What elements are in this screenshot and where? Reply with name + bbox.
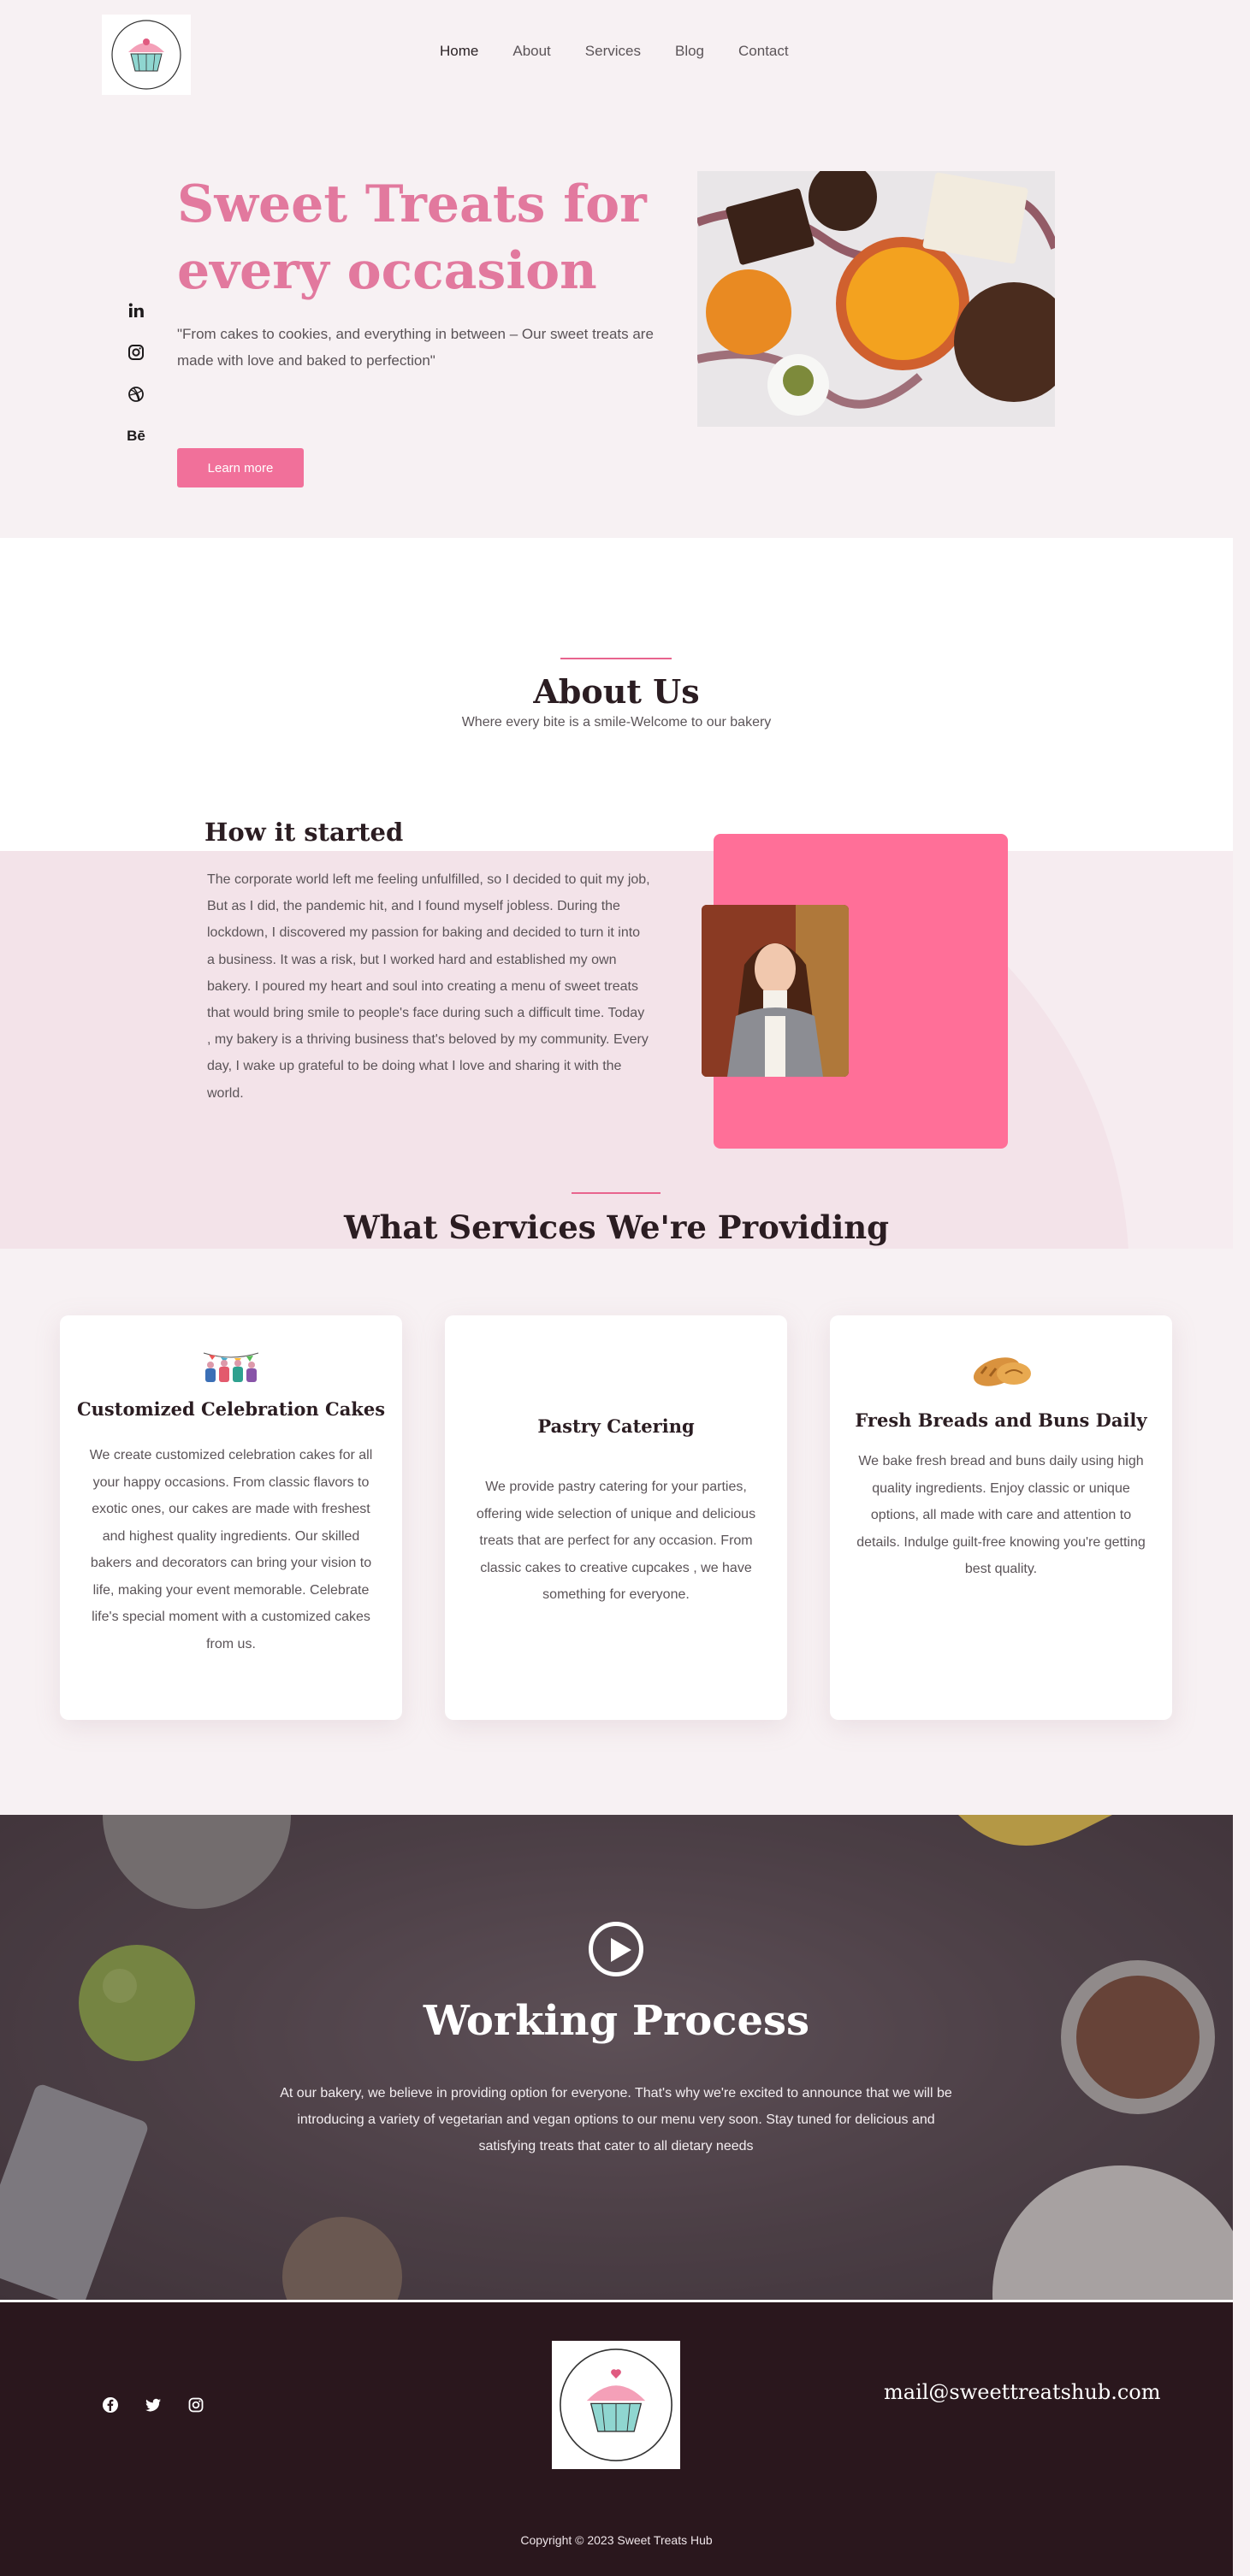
- service-card-fresh-breads: Fresh Breads and Buns Daily We bake fres…: [830, 1315, 1172, 1720]
- service-card-celebration-cakes: Customized Celebration Cakes We create c…: [60, 1315, 402, 1720]
- bread-icon: [830, 1348, 1172, 1391]
- service-card-text: We bake fresh bread and buns daily using…: [856, 1454, 1146, 1576]
- about-subtitle: Where every bite is a smile-Welcome to o…: [461, 715, 772, 730]
- instagram-icon[interactable]: [187, 2396, 205, 2414]
- owner-portrait-image: [702, 905, 849, 1077]
- working-process-section: [0, 1815, 1233, 2300]
- hero-title: Sweet Treats for every occasion: [177, 174, 647, 301]
- service-card-pastry-catering: Pastry Catering We provide pastry cateri…: [445, 1315, 787, 1720]
- service-card-title: Customized Celebration Cakes: [76, 1398, 386, 1420]
- hero-subtitle: "From cakes to cookies, and everything i…: [177, 326, 654, 369]
- about-divider: [560, 658, 672, 659]
- about-title: About Us: [533, 672, 700, 711]
- services-divider: [572, 1192, 661, 1194]
- twitter-icon[interactable]: [144, 2396, 163, 2414]
- footer-email-link[interactable]: mail@sweettreatshub.com: [884, 2380, 1160, 2404]
- nav-home[interactable]: Home: [440, 43, 478, 60]
- dribbble-icon[interactable]: [127, 385, 145, 404]
- service-card-title: Pastry Catering: [537, 1415, 695, 1437]
- nav-blog[interactable]: Blog: [675, 43, 704, 60]
- services-title: What Services We're Providing: [343, 1208, 890, 1246]
- linkedin-icon[interactable]: [127, 301, 145, 320]
- behance-icon[interactable]: Bē: [127, 427, 145, 446]
- working-process-title: Working Process: [423, 1997, 810, 2045]
- party-people-icon: [60, 1348, 402, 1382]
- service-card-text: We provide pastry catering for your part…: [476, 1480, 756, 1602]
- hero-cakes-image: [697, 171, 1055, 427]
- nav-contact[interactable]: Contact: [738, 43, 789, 60]
- cupcake-logo-icon: [560, 2349, 672, 2461]
- how-it-started-title: How it started: [204, 818, 404, 847]
- site-header: Home About Services Blog Contact: [0, 0, 1250, 109]
- how-it-started-text: The corporate world left me feeling unfu…: [207, 872, 650, 1101]
- footer-logo[interactable]: [552, 2341, 680, 2469]
- service-card-text: We create customized celebration cakes f…: [89, 1448, 373, 1651]
- play-icon: [611, 1938, 631, 1962]
- working-process-text: At our bakery, we believe in providing o…: [280, 2086, 952, 2154]
- nav-services[interactable]: Services: [585, 43, 641, 60]
- service-card-title: Fresh Breads and Buns Daily: [855, 1409, 1147, 1431]
- footer-copyright: Copyright © 2023 Sweet Treats Hub: [520, 2533, 713, 2547]
- site-logo[interactable]: [102, 15, 191, 95]
- cupcake-logo-icon: [111, 20, 181, 90]
- instagram-icon[interactable]: [127, 343, 145, 362]
- facebook-icon[interactable]: [101, 2396, 120, 2414]
- main-nav: Home About Services Blog Contact: [440, 43, 789, 60]
- learn-more-button[interactable]: Learn more: [177, 448, 304, 487]
- nav-about[interactable]: About: [512, 43, 550, 60]
- play-video-button[interactable]: [589, 1922, 643, 1976]
